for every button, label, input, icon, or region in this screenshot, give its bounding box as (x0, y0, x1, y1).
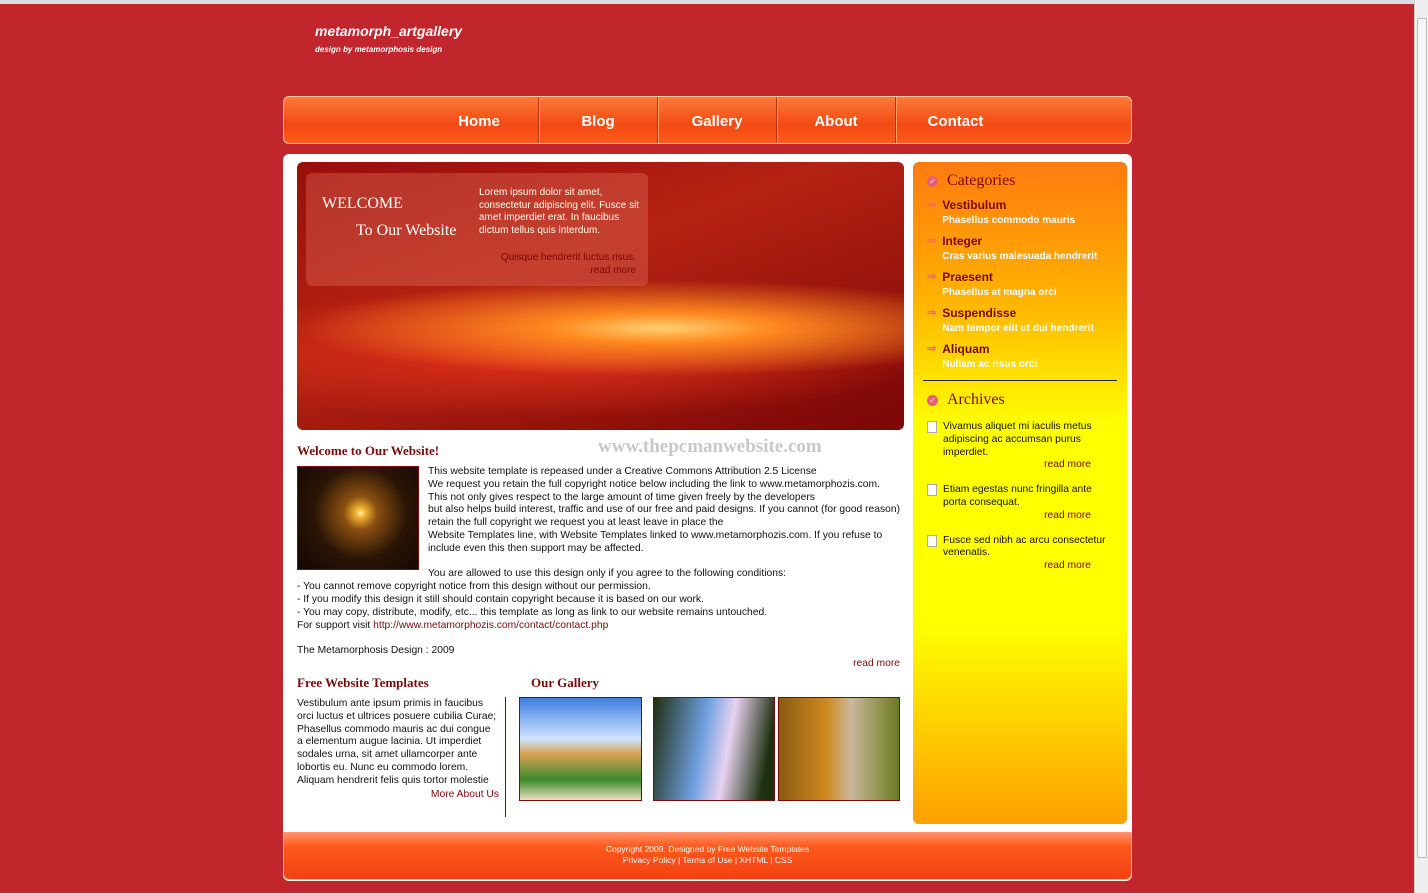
archives-heading: ✓ Archives (927, 391, 1117, 409)
main-content: WELCOME To Our Website Lorem ipsum dolor… (283, 154, 1132, 881)
categories-heading: ✓ Categories (927, 172, 1117, 190)
vertical-scrollbar[interactable] (1414, 0, 1428, 893)
nav-home[interactable]: Home (420, 97, 539, 143)
gallery-image-house[interactable] (519, 697, 642, 801)
css-link[interactable]: CSS (775, 855, 792, 865)
category-desc: Nullam ac risus orci (942, 359, 1038, 370)
category-item[interactable]: ⇒ Aliquam Nullam ac risus orci (927, 342, 1117, 370)
categories-title: Categories (947, 172, 1016, 189)
text-line: This not only gives respect to the large… (428, 491, 815, 503)
archive-item: Etiam egestas nunc fringilla ante porta … (927, 484, 1117, 522)
arrow-icon: ⇒ (927, 307, 937, 319)
nav-about[interactable]: About (777, 97, 896, 143)
more-about-us-link[interactable]: More About Us (297, 789, 499, 802)
nav-blog[interactable]: Blog (539, 97, 658, 143)
browser-top-edge (0, 0, 1414, 4)
category-desc: Phasellus commodo mauris (942, 215, 1076, 226)
text-line: We request you retain the full copyright… (428, 478, 880, 490)
archive-read-more[interactable]: read more (943, 459, 1117, 472)
text-line: but also helps build interest, traffic a… (428, 504, 901, 529)
arrow-icon: ⇒ (927, 199, 937, 211)
sidebar-divider (923, 380, 1117, 381)
license-paragraph: This website template is repeased under … (428, 466, 904, 581)
arrow-icon: ⇒ (927, 235, 937, 247)
site-logo[interactable]: metamorph_artgallery design by metamorph… (315, 23, 462, 54)
gallery-image-trees[interactable] (653, 697, 775, 801)
category-title[interactable]: Suspendisse (942, 306, 1094, 320)
check-icon: ✓ (927, 394, 938, 406)
category-item[interactable]: ⇒ Vestibulum Phasellus commodo mauris (927, 198, 1117, 226)
support-label: For support visit (297, 619, 374, 631)
hero-banner: WELCOME To Our Website Lorem ipsum dolor… (297, 162, 904, 430)
condition-item: - You may copy, distribute, modify, etc.… (297, 606, 768, 618)
nav-gallery[interactable]: Gallery (658, 97, 777, 143)
welcome-subtitle: To Our Website (356, 222, 457, 239)
category-desc: Nam tempor elit ut dui hendrerit (942, 323, 1094, 334)
banner-text: Lorem ipsum dolor sit amet, consectetur … (479, 187, 640, 237)
archive-text: Etiam egestas nunc fringilla ante porta … (943, 484, 1092, 508)
text-line: Website Templates line, with Website Tem… (428, 529, 883, 554)
category-desc: Phasellus at magna orci (942, 287, 1057, 298)
category-title[interactable]: Vestibulum (942, 198, 1075, 212)
condition-item: - If you modify this design it still sho… (297, 593, 704, 605)
banner-quote: Quisque hendrerit luctus risus. (500, 252, 636, 263)
welcome-heading: Welcome to Our Website! (297, 443, 440, 458)
main-nav: Home Blog Gallery About Contact (283, 96, 1132, 144)
footer-copyright: Copyright 2009. Designed by Free Website… (605, 844, 810, 854)
banner-read-more[interactable]: read more (590, 265, 636, 276)
archive-read-more[interactable]: read more (943, 510, 1117, 523)
nav-contact[interactable]: Contact (896, 97, 1015, 143)
signature: The Metamorphosis Design : 2009 (297, 645, 455, 657)
archive-read-more[interactable]: read more (943, 560, 1117, 573)
document-icon (927, 484, 937, 497)
support-line: For support visit http://www.metamorphoz… (297, 620, 904, 633)
arrow-icon: ⇒ (927, 271, 937, 283)
archive-text: Vivamus aliquet mi iaculis metus adipisc… (943, 421, 1092, 458)
footer-links: Privacy Policy | Terms of Use | XHTML | … (622, 855, 793, 865)
xhtml-link[interactable]: XHTML (739, 855, 768, 865)
privacy-policy-link[interactable]: Privacy Policy (623, 855, 676, 865)
category-title[interactable]: Aliquam (942, 342, 1037, 356)
gallery-image-autumn-road[interactable] (778, 697, 900, 801)
free-templates-text: Vestibulum ante ipsum primis in faucibus… (297, 698, 497, 786)
site-subtitle: design by metamorphosis design (315, 45, 443, 54)
document-icon (927, 534, 937, 547)
check-icon: ✓ (927, 175, 938, 187)
document-icon (927, 421, 937, 433)
footer: Copyright 2009. Designed by Free Website… (283, 832, 1132, 880)
welcome-read-more[interactable]: read more (853, 658, 900, 669)
conditions-intro: You are allowed to use this design only … (428, 568, 786, 580)
terms-of-use-link[interactable]: Terms of Use (682, 855, 732, 865)
category-item[interactable]: ⇒ Praesent Phasellus at magna orci (927, 270, 1117, 298)
welcome-body: This website template is repeased under … (297, 466, 904, 658)
banner-quote-block: Quisque hendrerit luctus risus. read mor… (501, 251, 636, 277)
scrollbar-thumb[interactable] (1417, 18, 1427, 858)
support-link[interactable]: http://www.metamorphozis.com/contact/con… (373, 620, 608, 631)
archives-title: Archives (947, 391, 1005, 408)
welcome-box: WELCOME To Our Website Lorem ipsum dolor… (306, 173, 648, 286)
free-templates-heading: Free Website Templates (297, 675, 429, 690)
category-item[interactable]: ⇒ Integer Cras varius malesuada hendrerit (927, 234, 1117, 262)
condition-item: - You cannot remove copyright notice fro… (297, 581, 651, 593)
arrow-icon: ⇒ (927, 343, 937, 355)
archive-text: Fusce sed nibh ac arcu consectetur venen… (943, 534, 1106, 559)
sidebar: ✓ Categories ⇒ Vestibulum Phasellus commodo… (913, 162, 1127, 824)
divider (505, 697, 506, 817)
category-title[interactable]: Praesent (942, 270, 1057, 284)
watermark: www.thepcmanwebsite.com (598, 436, 822, 457)
site-title: metamorph_artgallery (315, 23, 463, 39)
category-desc: Cras varius malesuada hendrerit (942, 251, 1098, 262)
text-line: This website template is repeased under … (428, 466, 817, 477)
archive-item: Vivamus aliquet mi iaculis metus adipisc… (927, 421, 1117, 472)
free-templates-section: Vestibulum ante ipsum primis in faucibus… (297, 698, 499, 801)
gallery-heading: Our Gallery (531, 675, 600, 690)
category-item[interactable]: ⇒ Suspendisse Nam tempor elit ut dui hendr… (927, 306, 1117, 334)
archive-item: Fusce sed nibh ac arcu consectetur venen… (927, 534, 1117, 573)
welcome-title: WELCOME (322, 195, 403, 212)
category-title[interactable]: Integer (942, 234, 1097, 248)
